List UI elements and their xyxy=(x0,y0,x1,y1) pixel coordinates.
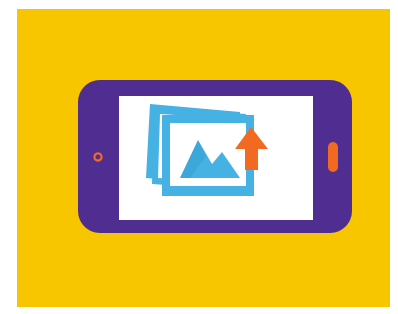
photo-stack-icon xyxy=(146,104,254,196)
upload-arrow-stem xyxy=(245,148,258,170)
upload-photo-illustration xyxy=(17,9,390,307)
speaker-icon xyxy=(328,142,338,172)
page-frame xyxy=(0,0,398,314)
